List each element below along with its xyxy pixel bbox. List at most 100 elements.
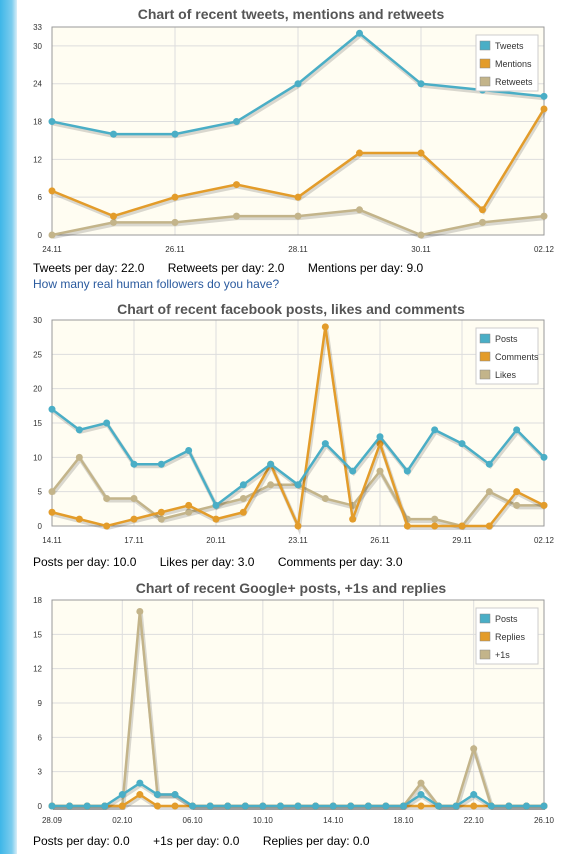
data-point	[48, 488, 56, 496]
y-tick-label: 30	[33, 42, 42, 51]
facebook-stats: Posts per day: 10.0 Likes per day: 3.0 C…	[33, 555, 423, 569]
x-tick-label: 02.12	[534, 245, 555, 254]
legend-swatch	[479, 351, 491, 362]
left-sidebar-strip	[0, 0, 17, 854]
real-followers-link[interactable]: How many real human followers do you hav…	[33, 277, 279, 291]
facebook-chart-title: Chart of recent facebook posts, likes an…	[117, 301, 465, 317]
data-point	[241, 802, 249, 810]
data-point	[157, 508, 165, 516]
y-tick-label: 18	[33, 596, 42, 605]
data-point	[48, 231, 56, 239]
data-point	[294, 80, 302, 88]
data-point	[276, 802, 284, 810]
data-point	[171, 130, 179, 138]
y-tick-label: 15	[33, 419, 42, 428]
data-point	[157, 460, 165, 468]
data-point	[540, 105, 548, 113]
data-point	[130, 460, 138, 468]
data-point	[233, 181, 240, 189]
data-point	[513, 488, 521, 496]
y-tick-label: 3	[38, 768, 43, 777]
y-tick-label: 18	[33, 118, 42, 127]
legend-label: Tweets	[495, 41, 524, 51]
data-point	[267, 481, 275, 489]
data-point	[431, 426, 439, 434]
data-point	[136, 607, 144, 615]
data-point	[239, 495, 247, 503]
data-point	[540, 501, 548, 509]
data-point	[321, 323, 329, 331]
data-point	[513, 501, 521, 509]
data-point	[48, 802, 56, 810]
twitter-chart-section: Chart of recent tweets, mentions and ret…	[17, 0, 565, 295]
legend-swatch	[479, 76, 491, 87]
y-tick-label: 24	[33, 80, 42, 89]
data-point	[417, 791, 425, 799]
tweets-per-day: Tweets per day: 22.0	[33, 261, 145, 275]
data-point	[417, 779, 425, 787]
data-point	[185, 446, 193, 454]
x-tick-label: 26.11	[370, 536, 390, 545]
data-point	[403, 467, 411, 475]
data-point	[110, 218, 117, 226]
data-point	[75, 426, 83, 434]
likes-per-day: Likes per day: 3.0	[159, 555, 255, 569]
data-point	[206, 802, 214, 810]
x-tick-label: 29.11	[452, 536, 472, 545]
data-point	[376, 467, 384, 475]
legend-swatch	[479, 369, 491, 380]
legend-label: Likes	[495, 370, 517, 380]
data-point	[212, 515, 220, 523]
data-point	[540, 92, 548, 100]
data-point	[479, 206, 486, 214]
twitter-line-chart: 0 6 12 18 24 30 33 24.11 26.11 28.11 30.11 02.12 Twe…	[33, 23, 555, 254]
googleplus-line-chart: 0 3 6 9 12 15 18 28.09 02.10 06.10 10.10 14.10 18.10…	[33, 596, 554, 825]
x-tick-label: 14.10	[323, 816, 344, 825]
x-tick-label: 14.11	[42, 536, 62, 545]
data-point	[294, 193, 302, 201]
data-point	[294, 212, 302, 220]
y-tick-label: 6	[38, 733, 43, 742]
x-tick-label: 24.11	[42, 245, 62, 254]
legend-label: Replies	[495, 632, 526, 642]
data-point	[101, 802, 109, 810]
data-point	[153, 791, 161, 799]
x-tick-label: 02.12	[534, 536, 555, 545]
comments-per-day: Comments per day: 3.0	[277, 555, 403, 569]
data-point	[485, 522, 493, 530]
x-tick-label: 22.10	[464, 816, 485, 825]
data-point	[48, 508, 56, 516]
data-point	[417, 802, 425, 810]
data-point	[259, 802, 267, 810]
data-point	[376, 433, 384, 441]
data-point	[356, 149, 363, 157]
twitter-chart-title: Chart of recent tweets, mentions and ret…	[137, 6, 445, 22]
x-tick-label: 28.11	[288, 245, 308, 254]
data-point	[403, 522, 411, 530]
data-point	[171, 218, 179, 226]
legend-label: +1s	[495, 650, 510, 660]
legend-label: Posts	[495, 614, 518, 624]
data-point	[540, 453, 548, 461]
y-tick-label: 12	[33, 665, 42, 674]
data-point	[321, 440, 329, 448]
y-tick-label: 33	[33, 23, 42, 32]
data-point	[329, 802, 337, 810]
y-tick-label: 30	[33, 316, 42, 325]
data-point	[185, 501, 193, 509]
data-point	[136, 779, 144, 787]
data-point	[110, 130, 117, 138]
plusones-per-day: +1s per day: 0.0	[153, 834, 240, 848]
legend-swatch	[479, 631, 491, 642]
data-point	[485, 488, 493, 496]
legend-swatch	[479, 649, 491, 660]
data-point	[431, 522, 439, 530]
legend-swatch	[479, 40, 491, 51]
y-tick-label: 0	[38, 231, 43, 240]
data-point	[118, 791, 126, 799]
data-point	[452, 802, 460, 810]
data-point	[103, 522, 111, 530]
data-point	[487, 802, 495, 810]
legend-label: Retweets	[495, 77, 533, 87]
data-point	[458, 440, 466, 448]
